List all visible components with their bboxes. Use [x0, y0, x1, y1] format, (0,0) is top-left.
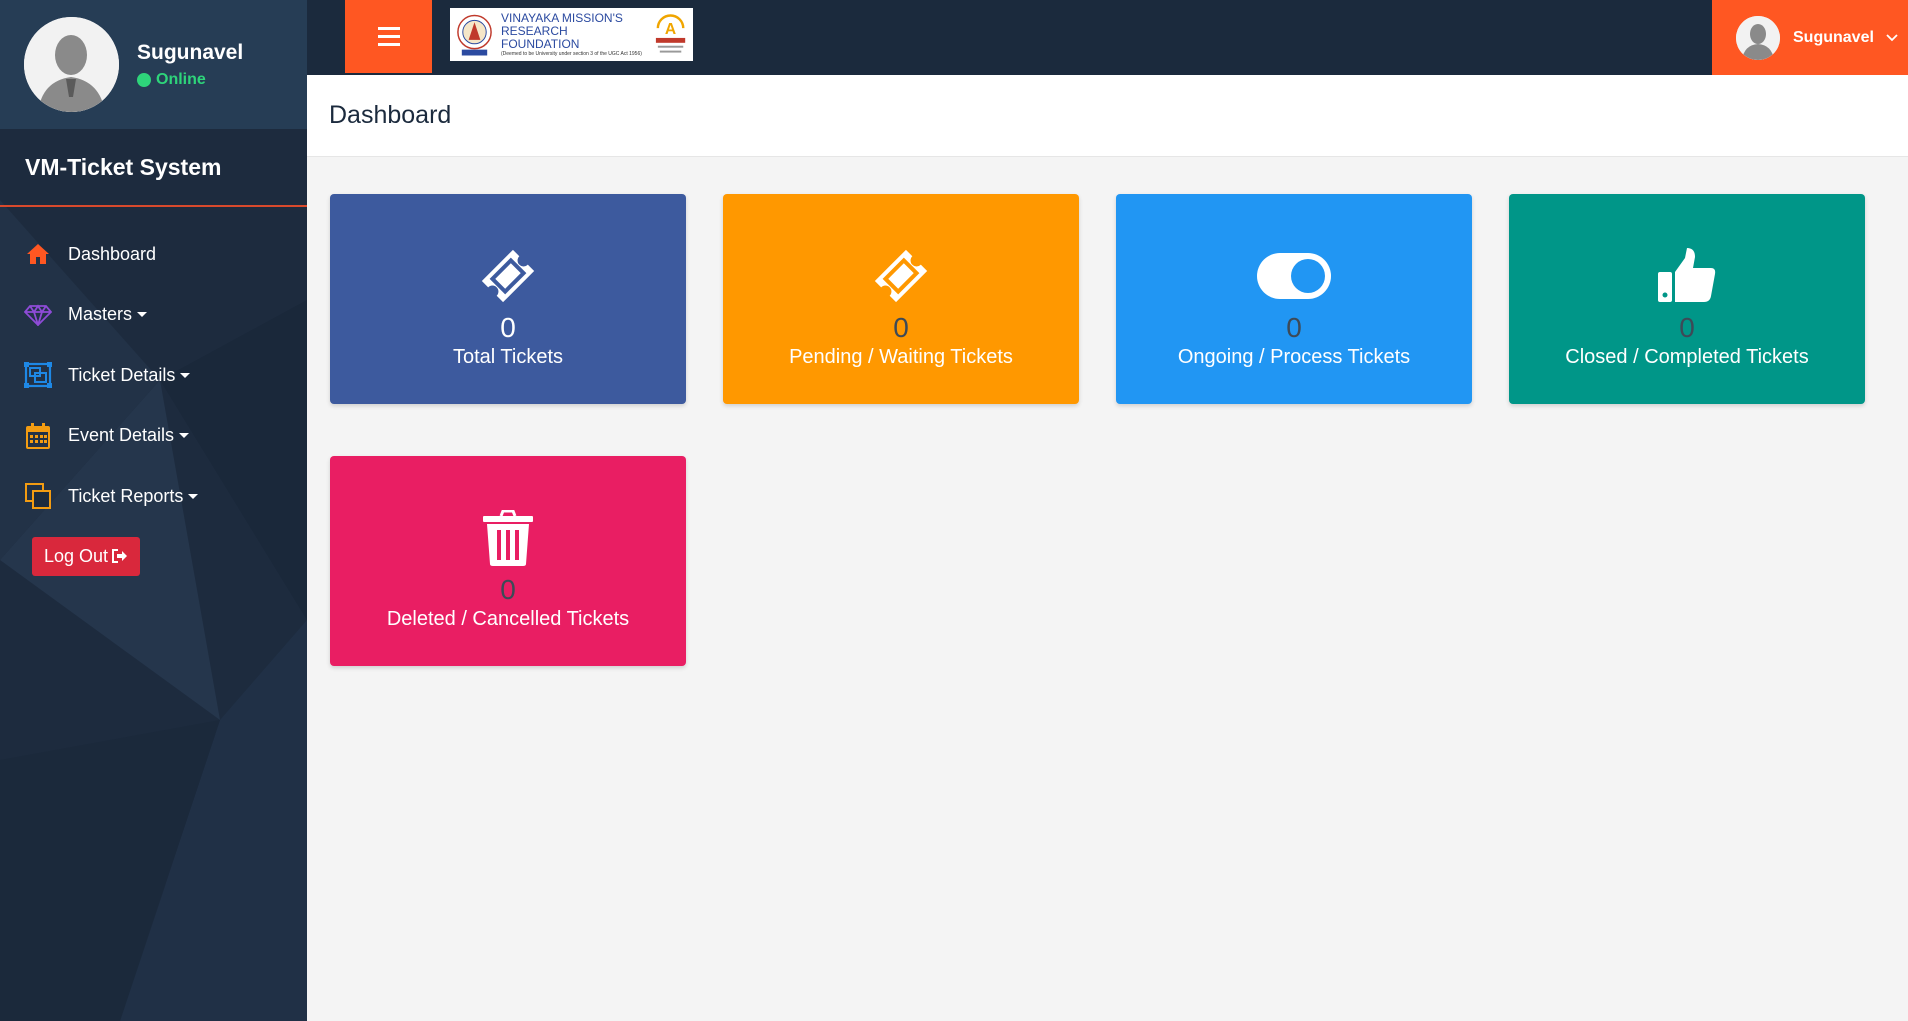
sidebar: Sugunavel Online VM-Ticket System Dashbo…	[0, 0, 307, 1021]
user-avatar-small	[1736, 15, 1780, 60]
page-title: Dashboard	[329, 101, 452, 129]
seal-icon	[457, 14, 492, 55]
ticket-icon	[476, 244, 540, 308]
sidebar-menu: Dashboard Masters Ticket Details Event D…	[0, 224, 307, 527]
app-brand[interactable]: VM-Ticket System	[0, 129, 307, 207]
user-status: Online	[137, 71, 243, 89]
content-header: Dashboard	[307, 75, 1908, 157]
user-status-label: Online	[156, 70, 206, 88]
logout-button[interactable]: Log Out	[32, 536, 141, 576]
thumbs-up-icon	[1658, 244, 1716, 308]
card-count: 0	[1679, 312, 1695, 343]
chevron-down-icon	[1886, 29, 1898, 47]
total-tickets-card[interactable]: 0 Total Tickets	[330, 194, 686, 404]
sidebar-item-label: Ticket Reports	[68, 485, 184, 506]
sidebar-item-masters[interactable]: Masters	[0, 285, 307, 346]
topbar: VINAYAKA MISSION'S RESEARCH FOUNDATION (…	[307, 0, 1908, 75]
sidebar-item-ticket-details[interactable]: Ticket Details	[0, 345, 307, 406]
caret-down-icon	[179, 433, 190, 439]
sidebar-item-label: Event Details	[68, 425, 175, 446]
caret-down-icon	[137, 312, 148, 318]
card-label: Closed / Completed Tickets	[1565, 346, 1809, 368]
sidebar-item-dashboard[interactable]: Dashboard	[0, 224, 307, 285]
diamond-icon	[24, 301, 52, 329]
card-count: 0	[893, 312, 909, 343]
grade-text: A	[665, 21, 676, 38]
caret-down-icon	[188, 493, 199, 499]
menu-toggle-button[interactable]	[345, 0, 432, 73]
closed-tickets-card[interactable]: 0 Closed / Completed Tickets	[1509, 194, 1865, 404]
card-count: 0	[500, 574, 516, 605]
logout-label: Log Out	[44, 545, 109, 566]
ongoing-tickets-card[interactable]: 0 Ongoing / Process Tickets	[1116, 194, 1472, 404]
clone-icon	[24, 482, 52, 510]
user-menu-name: Sugunavel	[1793, 28, 1874, 46]
sign-out-icon	[112, 549, 128, 563]
pending-tickets-card[interactable]: 0 Pending / Waiting Tickets	[723, 194, 1079, 404]
logo-line-3: (Deemed to be University under section 3…	[501, 51, 642, 57]
user-panel: Sugunavel Online	[0, 0, 307, 129]
calendar-icon	[24, 422, 52, 450]
toggle-on-icon	[1257, 244, 1331, 308]
naac-grade-badge: A	[655, 13, 686, 53]
deleted-tickets-card[interactable]: 0 Deleted / Cancelled Tickets	[330, 456, 686, 666]
card-label: Pending / Waiting Tickets	[789, 346, 1013, 368]
sidebar-item-event-details[interactable]: Event Details	[0, 406, 307, 467]
user-avatar[interactable]	[24, 17, 119, 112]
hamburger-icon	[377, 25, 400, 49]
logo-line-2: RESEARCH FOUNDATION	[501, 24, 580, 51]
object-group-icon	[24, 361, 52, 389]
sidebar-item-label: Dashboard	[68, 243, 157, 264]
university-logo[interactable]: VINAYAKA MISSION'S RESEARCH FOUNDATION (…	[450, 8, 693, 61]
sidebar-item-label: Masters	[68, 304, 133, 325]
card-label: Ongoing / Process Tickets	[1177, 346, 1411, 368]
trash-icon	[483, 506, 533, 570]
ticket-icon	[869, 244, 933, 308]
home-icon	[24, 240, 52, 268]
card-label: Total Tickets	[452, 346, 564, 368]
online-status-icon	[137, 72, 151, 87]
card-count: 0	[1286, 312, 1302, 343]
user-menu-dropdown[interactable]: Sugunavel	[1712, 0, 1908, 75]
user-name: Sugunavel	[137, 40, 244, 64]
sidebar-item-ticket-reports[interactable]: Ticket Reports	[0, 466, 307, 527]
card-label: Deleted / Cancelled Tickets	[386, 608, 630, 630]
caret-down-icon	[180, 372, 191, 378]
card-count: 0	[500, 312, 516, 343]
sidebar-item-label: Ticket Details	[68, 364, 176, 385]
